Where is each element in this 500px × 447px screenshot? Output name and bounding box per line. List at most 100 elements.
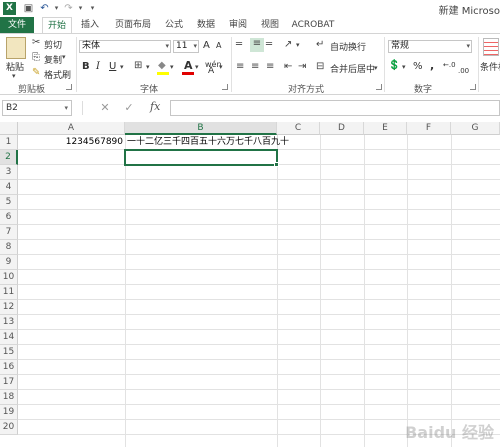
percent-style-button[interactable]: % [413,61,423,72]
row-header-12[interactable]: 12 [0,300,18,315]
conditional-formatting-icon[interactable] [483,38,499,56]
paste-dropdown-icon[interactable]: ▾ [12,72,16,80]
tab-acrobat[interactable]: ACROBAT [288,17,338,33]
align-center-icon[interactable]: ≡ [251,61,259,72]
font-name-combo[interactable]: 宋体 ▾ [79,40,171,53]
align-middle-icon[interactable]: ≡ [250,38,264,52]
cell-b1[interactable]: 一十二亿三千四百五十六万七千八百九十 [127,135,289,150]
align-bottom-icon[interactable]: ═ [266,39,272,50]
accounting-dropdown-icon[interactable]: ▾ [402,63,406,71]
orientation-dropdown-icon[interactable]: ▾ [296,41,300,49]
shrink-font-button[interactable]: A [216,41,221,50]
cell-a1[interactable]: 1234567890 [20,135,123,150]
row-header-3[interactable]: 3 [0,165,18,180]
format-painter-button[interactable]: 格式刷 [44,68,71,81]
increase-decimal-button[interactable]: ←.0 [443,61,456,69]
customize-quick-access-icon[interactable]: ▾ [86,2,99,15]
orientation-icon[interactable]: ↗ [284,39,292,50]
column-header-g[interactable]: G [451,122,500,135]
column-header-d[interactable]: D [320,122,364,135]
number-format-combo[interactable]: 常规 ▾ [388,40,472,53]
insert-function-button[interactable]: fx [150,100,160,113]
accounting-format-icon[interactable]: 💲 [388,60,400,71]
row-header-9[interactable]: 9 [0,255,18,270]
row-header-7[interactable]: 7 [0,225,18,240]
comma-style-button[interactable]: , [430,59,434,72]
column-header-e[interactable]: E [364,122,407,135]
row-header-2[interactable]: 2 [0,150,18,165]
row-header-19[interactable]: 19 [0,405,18,420]
row-header-11[interactable]: 11 [0,285,18,300]
row-header-18[interactable]: 18 [0,390,18,405]
tab-home[interactable]: 开始 [42,17,72,33]
row-header-10[interactable]: 10 [0,270,18,285]
row-header-8[interactable]: 8 [0,240,18,255]
font-color-dropdown-icon[interactable]: ▾ [195,63,199,71]
align-left-icon[interactable]: ≡ [236,61,244,72]
save-icon[interactable]: ▣ [22,2,35,15]
column-header-b[interactable]: B [125,122,277,135]
fill-handle[interactable] [274,162,279,167]
row-header-6[interactable]: 6 [0,210,18,225]
row-header-14[interactable]: 14 [0,330,18,345]
increase-indent-icon[interactable]: ⇥ [298,61,306,72]
row-header-13[interactable]: 13 [0,315,18,330]
font-color-button[interactable]: A [184,59,193,72]
font-launcher-icon[interactable] [222,84,228,90]
row-header-5[interactable]: 5 [0,195,18,210]
fill-color-dropdown-icon[interactable]: ▾ [170,63,174,71]
fill-color-icon[interactable]: ◆ [158,60,166,71]
column-header-c[interactable]: C [277,122,320,135]
phonetic-button[interactable]: A [208,66,214,76]
merge-dropdown-icon[interactable]: ▾ [374,64,378,72]
merge-center-icon[interactable]: ⊟ [316,61,324,72]
active-cell-b2[interactable] [124,149,278,166]
worksheet-grid[interactable]: A B C D E F G 1 2 3 4 5 6 7 8 9 10 11 12 13 14 15 16 17 1… [0,122,500,447]
underline-dropdown-icon[interactable]: ▾ [120,63,124,71]
column-header-a[interactable]: A [18,122,125,135]
row-header-1[interactable]: 1 [0,135,18,150]
row-header-20[interactable]: 20 [0,420,18,435]
tab-review[interactable]: 审阅 [224,17,252,33]
alignment-launcher-icon[interactable] [376,84,382,90]
enter-icon[interactable]: ✓ [122,101,136,115]
italic-button[interactable]: I [96,61,100,72]
align-right-icon[interactable]: ≡ [266,61,274,72]
borders-dropdown-icon[interactable]: ▾ [146,63,150,71]
copy-button[interactable]: 复制 [44,53,62,66]
copy-dropdown-icon[interactable]: ▾ [62,53,66,61]
cancel-icon[interactable]: ✕ [98,101,112,115]
grow-font-button[interactable]: A [203,40,210,51]
wrap-text-button[interactable]: 自动换行 [330,40,366,53]
tab-page-layout[interactable]: 页面布局 [108,17,158,33]
number-launcher-icon[interactable] [470,84,476,90]
merge-center-button[interactable]: 合并后居中 [330,62,375,75]
row-header-4[interactable]: 4 [0,180,18,195]
cut-icon[interactable]: ✂ [32,37,40,48]
font-size-combo[interactable]: 11 ▾ [173,40,199,53]
tab-formulas[interactable]: 公式 [160,17,188,33]
cut-button[interactable]: 剪切 [44,38,62,51]
conditional-formatting-button[interactable]: 条件格 [480,60,500,73]
formula-input[interactable] [170,100,500,116]
borders-icon[interactable]: ⊞ [134,60,142,71]
row-header-15[interactable]: 15 [0,345,18,360]
wrap-text-icon[interactable]: ↵ [316,39,324,50]
name-box[interactable]: B2 ▾ [2,100,72,116]
phonetic-dropdown-icon[interactable]: ▾ [219,63,223,71]
row-header-17[interactable]: 17 [0,375,18,390]
decrease-indent-icon[interactable]: ⇤ [284,61,292,72]
tab-data[interactable]: 数据 [192,17,220,33]
tab-insert[interactable]: 插入 [76,17,104,33]
format-painter-icon[interactable]: ✎ [32,67,40,78]
paste-icon[interactable] [6,37,26,59]
tab-view[interactable]: 视图 [256,17,284,33]
underline-button[interactable]: U [109,61,116,72]
bold-button[interactable]: B [82,61,90,72]
column-header-f[interactable]: F [407,122,451,135]
row-header-16[interactable]: 16 [0,360,18,375]
copy-icon[interactable]: ⎘ [32,52,40,63]
decrease-decimal-button[interactable]: .00 [458,67,469,75]
clipboard-launcher-icon[interactable] [66,84,72,90]
align-top-icon[interactable]: ═ [236,39,242,50]
